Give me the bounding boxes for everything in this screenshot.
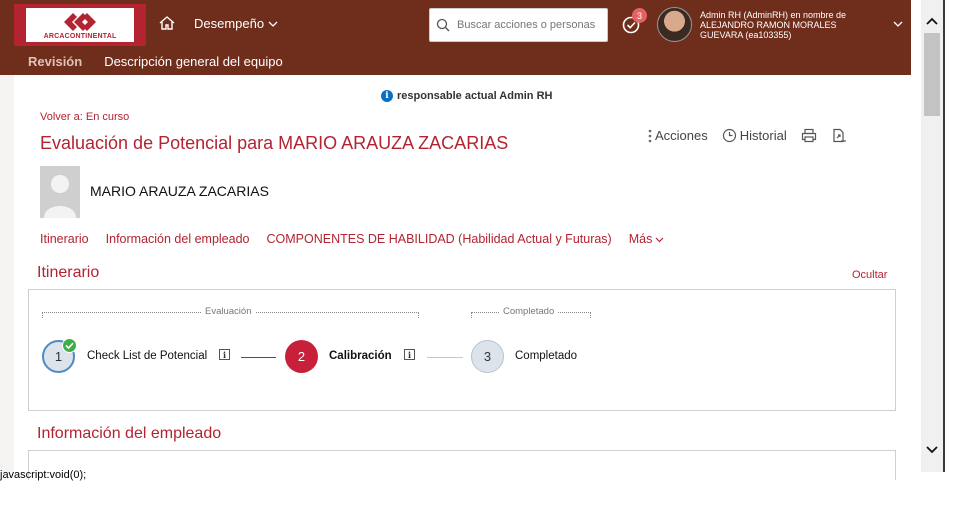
actions-label: Acciones — [655, 128, 708, 143]
user-avatar[interactable] — [657, 7, 692, 42]
more-vertical-icon — [648, 129, 652, 142]
step-3-label[interactable]: Completado — [515, 350, 577, 362]
tab-team-overview[interactable]: Descripción general del equipo — [104, 54, 283, 69]
current-owner-note: i responsable actual Admin RH — [381, 90, 552, 102]
document-actions: Acciones Historial — [648, 128, 847, 143]
phase-bracket-tick — [418, 312, 419, 318]
logo-mark-icon — [64, 13, 96, 31]
shell-bar: ARCACONTINENTAL Desempeño 3 Admin RH (Ad… — [0, 0, 911, 75]
pdf-export-icon[interactable] — [831, 128, 847, 143]
hide-route-link[interactable]: Ocultar — [852, 269, 887, 281]
step-1-label[interactable]: Check List de Potencial — [87, 350, 207, 362]
logo-text: ARCACONTINENTAL — [43, 33, 117, 40]
check-circle-icon — [62, 338, 77, 353]
clock-icon — [722, 128, 736, 143]
route-section-title: Itinerario — [37, 264, 100, 281]
section-link-more[interactable]: Más — [629, 232, 665, 246]
chevron-down-icon — [268, 21, 278, 27]
chevron-down-icon — [655, 237, 664, 242]
print-icon[interactable] — [801, 128, 817, 143]
scroll-up-button[interactable] — [923, 12, 941, 30]
vertical-scrollbar[interactable] — [921, 0, 943, 472]
step-3-circle[interactable]: 3 — [471, 340, 504, 373]
todo-count-badge: 3 — [632, 8, 647, 23]
proxy-user-text[interactable]: Admin RH (AdminRH) en nombre de ALEJANDR… — [700, 10, 880, 40]
module-menu-label: Desempeño — [194, 16, 265, 31]
more-label: Más — [628, 232, 653, 246]
tab-revision[interactable]: Revisión — [28, 54, 82, 69]
route-map: Evaluación Completado 1 Check List de Po… — [28, 289, 896, 411]
employee-info-section-title: Información del empleado — [37, 425, 222, 442]
step-1-info-icon[interactable]: i — [219, 349, 230, 360]
current-owner-text: responsable actual Admin RH — [397, 90, 553, 102]
step-2-info-icon[interactable]: i — [404, 349, 415, 360]
actions-button[interactable]: Acciones — [648, 128, 708, 143]
phase-completed-label: Completado — [499, 306, 559, 317]
history-label: Historial — [739, 128, 787, 143]
phase-bracket-tick — [42, 312, 43, 318]
section-link-route[interactable]: Itinerario — [40, 232, 89, 246]
employee-name: MARIO ARAUZA ZACARIAS — [90, 183, 269, 199]
employee-avatar — [40, 166, 80, 218]
history-button[interactable]: Historial — [722, 128, 787, 143]
section-navigation: Itinerario Información del empleado COMP… — [40, 232, 664, 246]
step-2-number: 2 — [297, 349, 306, 364]
home-icon[interactable] — [158, 14, 176, 32]
phase-evaluation-label: Evaluación — [201, 306, 256, 317]
phase-bracket-tick — [590, 312, 591, 318]
page-title: Evaluación de Potencial para MARIO ARAUZ… — [40, 133, 509, 153]
step-2-circle[interactable]: 2 — [285, 340, 318, 373]
chevron-down-icon[interactable] — [893, 20, 903, 28]
chevron-down-icon — [926, 446, 938, 454]
section-link-employee-info[interactable]: Información del empleado — [106, 232, 250, 246]
step-connector — [427, 357, 463, 358]
scroll-down-button[interactable] — [923, 441, 941, 459]
person-placeholder-icon — [44, 175, 76, 218]
step-3-number: 3 — [483, 349, 492, 364]
search-input[interactable] — [455, 18, 605, 32]
chevron-up-icon — [926, 17, 938, 25]
section-link-skills[interactable]: COMPONENTES DE HABILIDAD (Habilidad Actu… — [266, 232, 611, 246]
info-icon: i — [381, 90, 393, 102]
company-logo[interactable]: ARCACONTINENTAL — [14, 4, 146, 46]
back-link[interactable]: Volver a: En curso — [40, 111, 129, 123]
search-icon — [436, 18, 450, 32]
phase-bracket-tick — [471, 312, 472, 318]
module-menu-button[interactable]: Desempeño — [194, 16, 278, 31]
search-field[interactable] — [429, 8, 608, 42]
step-connector — [241, 357, 276, 358]
scrollbar-thumb[interactable] — [924, 33, 940, 116]
employee-info-panel — [28, 450, 896, 480]
step-2-label[interactable]: Calibración — [329, 350, 392, 362]
window-edge — [943, 0, 945, 472]
browser-status-bar: javascript:void(0); — [0, 469, 87, 481]
sub-navigation: Revisión Descripción general del equipo — [28, 54, 283, 69]
